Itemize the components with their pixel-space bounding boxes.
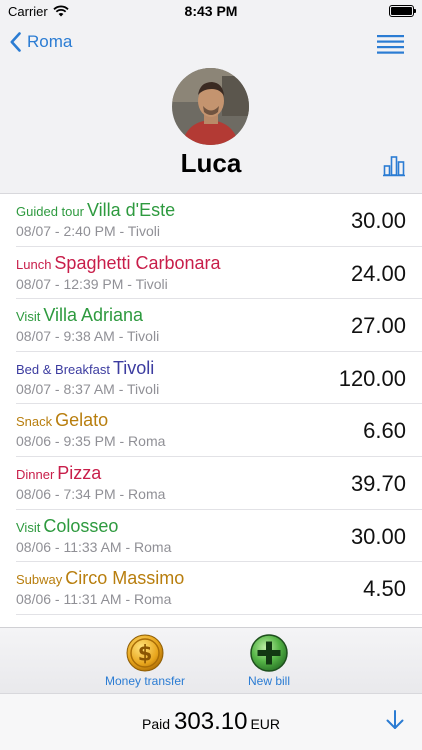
new-bill-label: New bill: [248, 674, 291, 688]
svg-text:$: $: [138, 642, 153, 666]
expense-name: Tivoli: [112, 357, 155, 378]
paid-label: Paid: [142, 716, 171, 732]
total-amount: 303.10: [174, 708, 248, 735]
expense-name: Circo Massimo: [65, 568, 185, 589]
back-button[interactable]: Roma: [10, 32, 72, 52]
avatar: [172, 68, 249, 145]
expense-list[interactable]: Guided tour Villa d'Este 08/07 - 2:40 PM …: [0, 193, 422, 629]
expense-category: Snack: [16, 414, 53, 430]
expense-category: Guided tour: [16, 204, 84, 219]
expense-category: Visit: [16, 309, 41, 325]
expense-amount: 27.00: [350, 313, 406, 339]
expense-category: Lunch: [16, 256, 52, 272]
chevron-left-icon: [10, 32, 21, 52]
status-time: 8:43 PM: [184, 3, 238, 19]
expense-row[interactable]: Lunch Spaghetti Carbonara 08/07 - 12:39 P…: [16, 247, 422, 300]
expense-amount: 4.50: [363, 576, 406, 602]
expense-details: 08/07 - 8:37 AM - Tivoli: [16, 380, 160, 397]
expense-category: Visit: [16, 519, 41, 535]
expense-row[interactable]: Snack Gelato 08/06 - 9:35 PM - Roma 6.60: [16, 404, 422, 457]
expense-row[interactable]: Dinner Pizza 08/06 - 7:34 PM - Roma 39.70: [16, 457, 422, 510]
plus-circle-icon: [250, 634, 288, 672]
back-label: Roma: [27, 32, 73, 51]
expense-amount: 30.00: [350, 523, 406, 549]
expense-details: 08/07 - 9:38 AM - Tivoli: [16, 328, 160, 345]
expense-name: Gelato: [55, 410, 109, 431]
expense-amount: 39.70: [350, 470, 406, 496]
expense-name: Colosseo: [43, 515, 119, 536]
expense-row[interactable]: Visit Colosseo 08/06 - 11:33 AM - Roma 30…: [16, 510, 422, 563]
scroll-down-button[interactable]: [386, 710, 404, 735]
menu-button[interactable]: [377, 34, 404, 59]
expense-details: 08/07 - 2:40 PM - Tivoli: [16, 223, 160, 239]
expense-name: Villa d'Este: [86, 200, 176, 220]
expense-details: 08/06 - 11:33 AM - Roma: [16, 538, 172, 555]
expense-row[interactable]: Guided tour Villa d'Este 08/07 - 2:40 PM …: [16, 194, 422, 247]
expense-name: Villa Adriana: [43, 305, 144, 326]
expense-row[interactable]: Bed & Breakfast Tivoli 08/07 - 8:37 AM - …: [16, 352, 422, 405]
expense-row[interactable]: Visit Villa Adriana 08/07 - 9:38 AM - Tiv…: [16, 299, 422, 352]
expense-amount: 120.00: [338, 365, 406, 391]
expense-details: 08/07 - 12:39 PM - Tivoli: [16, 275, 168, 292]
expense-category: Subway: [16, 572, 63, 588]
avatar-photo: [172, 68, 249, 145]
expense-category: Dinner: [16, 466, 55, 482]
money-transfer-label: Money transfer: [105, 674, 186, 688]
stats-button[interactable]: [383, 155, 405, 182]
arrow-down-icon: [386, 710, 404, 729]
action-toolbar: $ Money transfer New bill: [0, 627, 422, 693]
expense-category: Bed & Breakfast: [16, 361, 110, 377]
person-name: Luca: [180, 148, 242, 178]
expense-details: 08/06 - 11:31 AM - Roma: [16, 591, 172, 608]
expense-details: 08/06 - 7:34 PM - Roma: [16, 485, 166, 502]
total-summary: Paid 303.10 EUR: [0, 708, 422, 736]
menu-icon: [377, 35, 404, 54]
total-bar: Paid 303.10 EUR: [0, 693, 422, 750]
expense-row[interactable]: Subway Circo Massimo 08/06 - 11:31 AM - R…: [16, 562, 422, 615]
navigation-bar: Roma: [0, 26, 422, 62]
dollar-coin-icon: $: [126, 634, 164, 672]
bar-chart-icon: [383, 156, 405, 177]
money-transfer-button[interactable]: $ Money transfer: [105, 634, 185, 688]
expense-name: Spaghetti Carbonara: [54, 252, 221, 273]
expense-amount: 30.00: [350, 208, 406, 233]
expense-amount: 6.60: [363, 418, 406, 444]
expense-name: Pizza: [57, 462, 102, 483]
status-bar: Carrier 8:43 PM: [0, 0, 422, 24]
expense-details: 08/06 - 9:35 PM - Roma: [16, 433, 166, 450]
battery-icon: [389, 5, 416, 17]
new-bill-button[interactable]: New bill: [248, 634, 290, 688]
expense-amount: 24.00: [350, 260, 406, 286]
currency-label: EUR: [250, 716, 280, 732]
